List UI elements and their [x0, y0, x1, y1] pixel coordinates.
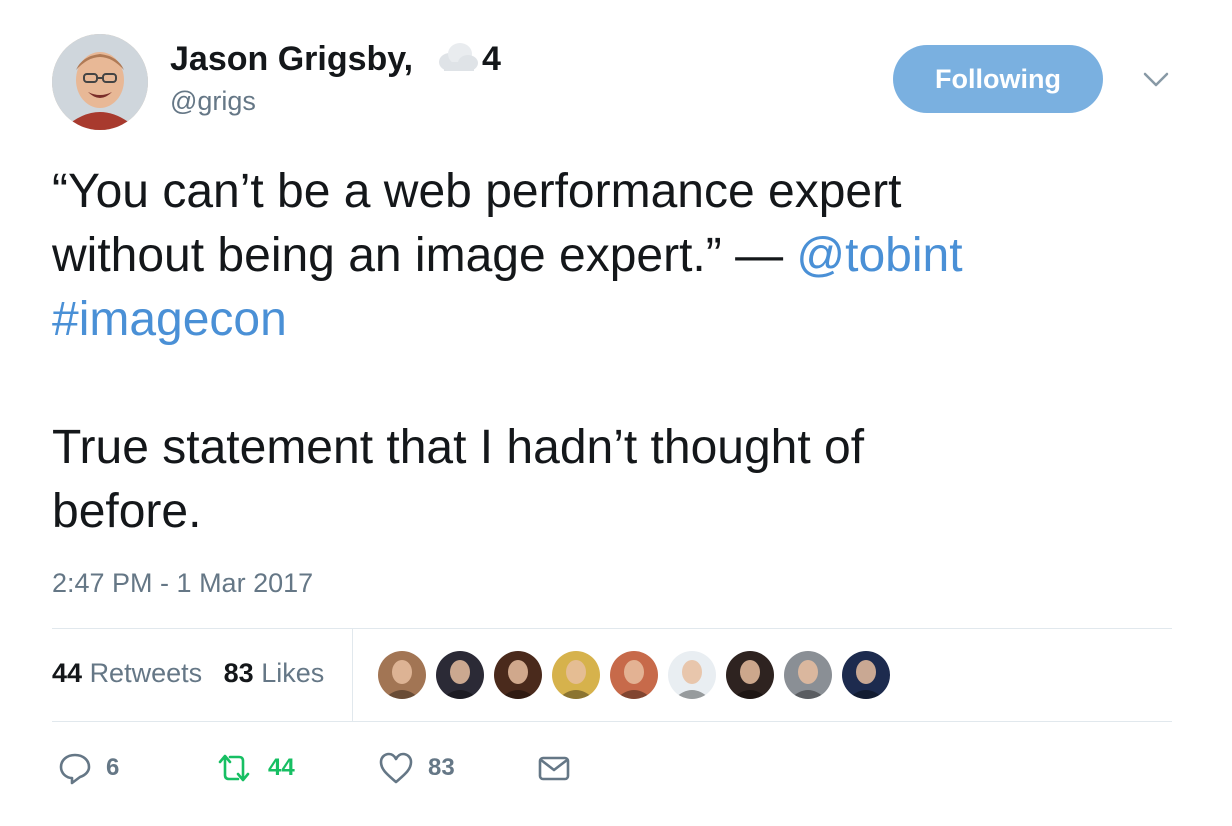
tweet-line: “You can’t be a web performance expert: [52, 165, 902, 218]
likes-label: Likes: [261, 658, 325, 688]
liker-avatar[interactable]: [494, 651, 542, 699]
liker-avatar[interactable]: [784, 651, 832, 699]
name-suffix: 4: [482, 40, 501, 78]
tweet-card: Jason Grigsby, 4 @grigs Following “You c…: [0, 0, 1232, 826]
tweet-line: before.: [52, 485, 202, 538]
retweets-stat[interactable]: 44 Retweets: [52, 658, 202, 688]
avatar-icon: [384, 660, 420, 699]
divider: [352, 629, 353, 721]
display-name[interactable]: Jason Grigsby,: [170, 40, 413, 79]
chevron-down-icon[interactable]: [1141, 68, 1171, 92]
tweet-line: True statement that I hadn’t thought of: [52, 421, 865, 474]
hashtag-link[interactable]: #imagecon: [52, 293, 287, 346]
following-button[interactable]: Following: [893, 45, 1103, 113]
liker-avatar[interactable]: [378, 651, 426, 699]
liker-avatar[interactable]: [610, 651, 658, 699]
tweet-line: #imagecon: [52, 288, 1182, 352]
tweet-text-segment: without being an image expert.” —: [52, 229, 797, 282]
retweets-label: Retweets: [89, 658, 203, 688]
avatar-icon: [732, 660, 768, 699]
avatar-face-icon: [52, 34, 148, 130]
divider: [52, 628, 1172, 629]
tweet-text: “You can’t be a web performance expert w…: [52, 160, 1182, 544]
likes-stat[interactable]: 83 Likes: [224, 658, 325, 688]
avatar-icon: [616, 660, 652, 699]
heart-icon: [379, 752, 413, 784]
cloud-icon: [439, 43, 478, 71]
avatar-icon: [442, 660, 478, 699]
liker-avatar[interactable]: [668, 651, 716, 699]
reply-count: 6: [106, 754, 120, 781]
liker-avatar[interactable]: [552, 651, 600, 699]
reply-button[interactable]: 6: [58, 748, 119, 788]
direct-message-button[interactable]: [538, 748, 570, 788]
avatar-icon: [790, 660, 826, 699]
tweet-stats: 44 Retweets 83 Likes: [52, 658, 338, 689]
avatar-icon: [848, 660, 884, 699]
tweet-timestamp[interactable]: 2:47 PM - 1 Mar 2017: [52, 568, 313, 599]
retweets-count: 44: [52, 658, 83, 688]
liker-avatar[interactable]: [436, 651, 484, 699]
mention-link[interactable]: @tobint: [796, 229, 962, 282]
user-handle[interactable]: @grigs: [170, 86, 256, 117]
like-count: 83: [428, 754, 455, 781]
avatar-icon: [500, 660, 536, 699]
avatar[interactable]: [52, 34, 148, 130]
retweet-button[interactable]: 44: [214, 748, 295, 788]
liker-avatar[interactable]: [842, 651, 890, 699]
retweet-count: 44: [268, 754, 295, 781]
avatar-icon: [558, 660, 594, 699]
likes-count: 83: [223, 658, 254, 688]
reply-icon: [59, 753, 91, 785]
retweet-icon: [218, 754, 250, 782]
divider: [52, 721, 1172, 722]
like-button[interactable]: 83: [378, 748, 455, 788]
tweet-paragraph-gap: [52, 352, 1182, 416]
liker-avatar[interactable]: [726, 651, 774, 699]
avatar-icon: [674, 660, 710, 699]
tweet-line: without being an image expert.” — @tobin…: [52, 224, 1182, 288]
envelope-icon: [538, 756, 570, 781]
